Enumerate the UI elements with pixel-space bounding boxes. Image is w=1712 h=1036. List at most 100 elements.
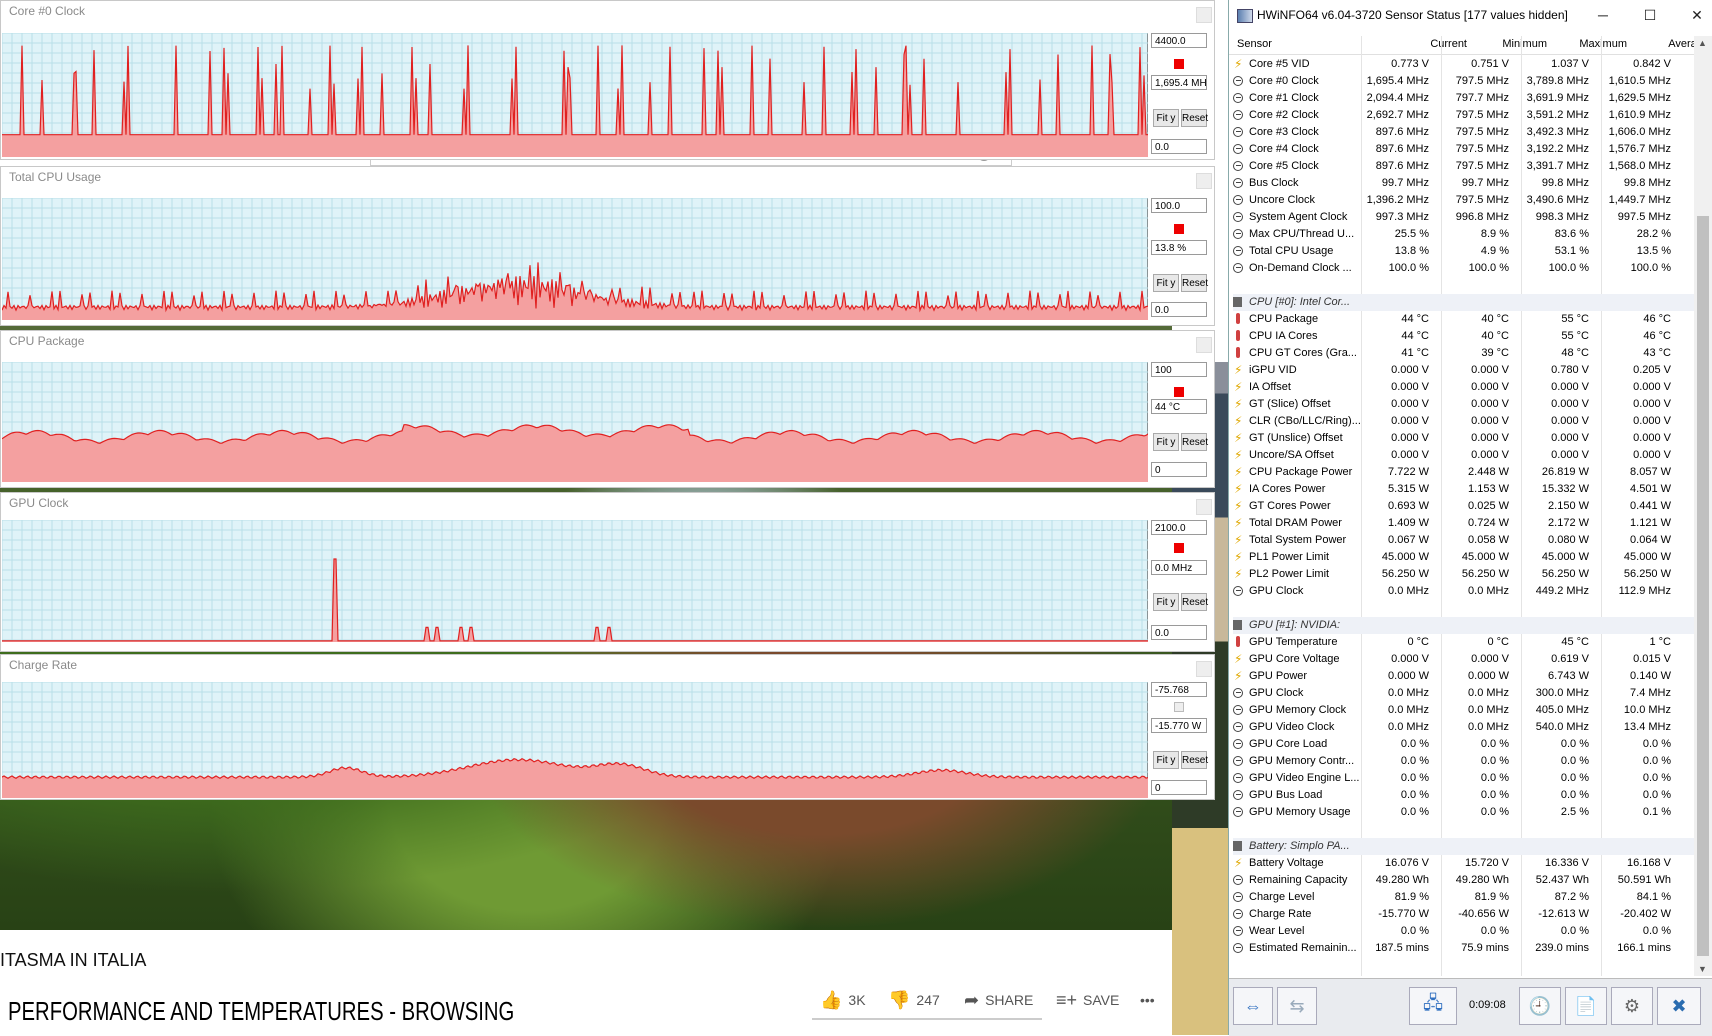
col-maximum[interactable]: Maximum <box>1557 38 1627 50</box>
sensor-row[interactable]: ⚡ IA Cores Power 5.315 W 1.153 W 15.332 W 4.5… <box>1233 481 1695 498</box>
share-button[interactable]: ➦ SHARE <box>964 988 1033 1012</box>
graph-min-field[interactable]: 0.0 <box>1151 302 1207 317</box>
close-icon[interactable] <box>1196 661 1212 677</box>
graph-min-field[interactable]: 0.0 <box>1151 139 1207 154</box>
clock-reset-icon[interactable]: 🕘 <box>1519 987 1561 1025</box>
sensor-row[interactable]: Core #2 Clock 2,692.7 MHz 797.5 MHz 3,591.2… <box>1233 107 1695 124</box>
sensor-row[interactable]: ⚡ IA Offset 0.000 V 0.000 V 0.000 V 0.000 V <box>1233 379 1695 396</box>
sensor-row[interactable]: CPU GT Cores (Gra... 41 °C 39 °C 48 °C 43 °C <box>1233 345 1695 362</box>
scroll-up-icon[interactable]: ▲ <box>1698 38 1707 48</box>
graph-min-field[interactable]: 0.0 <box>1151 625 1207 640</box>
sensor-row[interactable]: ⚡ Total System Power 0.067 W 0.058 W 0.080 W… <box>1233 532 1695 549</box>
settings-gear-icon[interactable]: ⚙ <box>1611 987 1653 1025</box>
sensor-row[interactable]: ⚡ PL2 Power Limit 56.250 W 56.250 W 56.250 W… <box>1233 566 1695 583</box>
col-minimum[interactable]: Minimum <box>1477 38 1547 50</box>
graph-min-field[interactable]: 0 <box>1151 462 1207 477</box>
sensor-row[interactable]: ⚡ CLR (CBo/LLC/Ring)... 0.000 V 0.000 V 0.00… <box>1233 413 1695 430</box>
like-button[interactable]: 👍 3K <box>820 988 866 1012</box>
sensor-row[interactable]: ⚡ Uncore/SA Offset 0.000 V 0.000 V 0.000 V 0.… <box>1233 447 1695 464</box>
graph-window-core0-clock[interactable]: Core #0 Clock 4400.0 1,695.4 MHz Fit y R… <box>0 0 1215 160</box>
sensor-row[interactable]: ⚡ GT (Slice) Offset 0.000 V 0.000 V 0.000 V0… <box>1233 396 1695 413</box>
sensor-row[interactable]: GPU Clock 0.0 MHz 0.0 MHz 300.0 MHz 7.4 MHz <box>1233 685 1695 702</box>
sensor-row[interactable]: Total CPU Usage 13.8 % 4.9 % 53.1 % 13.5 % <box>1233 243 1695 260</box>
sensor-row[interactable]: CPU Package 44 °C 40 °C 55 °C 46 °C <box>1233 311 1695 328</box>
sensor-row[interactable]: Remaining Capacity 49.280 Wh 49.280 Wh 52.4… <box>1233 872 1695 889</box>
sensor-row[interactable]: On-Demand Clock ... 100.0 % 100.0 % 100.0 %… <box>1233 260 1695 277</box>
sensor-group-header[interactable]: CPU [#0]: Intel Cor... <box>1233 294 1695 311</box>
sensor-row[interactable] <box>1233 821 1695 838</box>
reset-button[interactable]: Reset <box>1181 109 1208 127</box>
reset-button[interactable]: Reset <box>1181 593 1208 611</box>
graph-color-indicator[interactable] <box>1174 387 1184 397</box>
sensor-row[interactable]: ⚡ CPU Package Power 7.722 W 2.448 W 26.819 W… <box>1233 464 1695 481</box>
sensor-row[interactable]: ⚡ GT Cores Power 0.693 W 0.025 W 2.150 W 0.44… <box>1233 498 1695 515</box>
sensor-row[interactable]: ⚡ iGPU VID 0.000 V 0.000 V 0.780 V 0.205 V <box>1233 362 1695 379</box>
sensor-row[interactable]: Bus Clock 99.7 MHz 99.7 MHz 99.8 MHz 99.8 MH… <box>1233 175 1695 192</box>
logging-icon[interactable]: 📄 <box>1565 987 1607 1025</box>
sensor-row[interactable]: ⚡ Core #5 VID 0.773 V 0.751 V 1.037 V 0.842 V <box>1233 56 1695 73</box>
sensor-row[interactable]: Wear Level 0.0 % 0.0 % 0.0 % 0.0 % <box>1233 923 1695 940</box>
sensor-row[interactable]: Charge Rate -15.770 W -40.656 W -12.613 W -2… <box>1233 906 1695 923</box>
collapse-expand-icon[interactable]: ⇔ <box>1233 987 1273 1025</box>
fit-y-button[interactable]: Fit y <box>1153 274 1179 292</box>
network-icon[interactable]: 🖧 <box>1409 987 1457 1025</box>
graph-max-field[interactable]: 100 <box>1151 362 1207 377</box>
save-button[interactable]: ≡+ SAVE <box>1056 988 1119 1012</box>
graph-min-field[interactable]: 0 <box>1151 780 1207 795</box>
sensor-table[interactable]: ⚡ Core #5 VID 0.773 V 0.751 V 1.037 V 0.842 V… <box>1233 56 1695 976</box>
sensor-row[interactable]: Core #5 Clock 897.6 MHz 797.5 MHz 3,391.7 M… <box>1233 158 1695 175</box>
sensor-row[interactable]: GPU Core Load 0.0 % 0.0 % 0.0 % 0.0 % <box>1233 736 1695 753</box>
col-sensor[interactable]: Sensor <box>1237 38 1272 50</box>
close-icon[interactable] <box>1196 173 1212 189</box>
graph-window-gpu-clock[interactable]: GPU Clock 2100.0 0.0 MHz Fit y Reset 0.0 <box>0 492 1215 652</box>
graph-window-charge-rate[interactable]: Charge Rate -75.768 -15.770 W Fit y Rese… <box>0 654 1215 800</box>
fit-y-button[interactable]: Fit y <box>1153 109 1179 127</box>
sensor-row[interactable]: GPU Memory Contr... 0.0 % 0.0 % 0.0 % 0.0 % <box>1233 753 1695 770</box>
sensor-row[interactable]: Core #3 Clock 897.6 MHz 797.5 MHz 3,492.3 M… <box>1233 124 1695 141</box>
sensor-row[interactable]: Core #0 Clock 1,695.4 MHz 797.5 MHz 3,789.8… <box>1233 73 1695 90</box>
sensor-row[interactable]: ⚡ Total DRAM Power 1.409 W 0.724 W 2.172 W 1.… <box>1233 515 1695 532</box>
sensor-row[interactable]: Core #4 Clock 897.6 MHz 797.5 MHz 3,192.2 M… <box>1233 141 1695 158</box>
vertical-scrollbar[interactable]: ▲ ▼ <box>1694 36 1712 976</box>
sensor-group-header[interactable]: GPU [#1]: NVIDIA: <box>1233 617 1695 634</box>
close-sensors-icon[interactable]: ✖ <box>1657 987 1701 1025</box>
sensor-row[interactable]: Uncore Clock 1,396.2 MHz 797.5 MHz 3,490.6 … <box>1233 192 1695 209</box>
scroll-down-icon[interactable]: ▼ <box>1698 964 1707 974</box>
sensor-row[interactable]: GPU Memory Clock 0.0 MHz 0.0 MHz 405.0 MHz 1… <box>1233 702 1695 719</box>
sensor-row[interactable]: GPU Memory Usage 0.0 % 0.0 % 2.5 % 0.1 % <box>1233 804 1695 821</box>
scroll-thumb[interactable] <box>1697 216 1709 956</box>
close-button[interactable]: ✕ <box>1681 4 1712 26</box>
fit-y-button[interactable]: Fit y <box>1153 593 1179 611</box>
dislike-button[interactable]: 👎 247 <box>888 988 940 1012</box>
sensor-row[interactable]: GPU Temperature 0 °C 0 °C 45 °C 1 °C <box>1233 634 1695 651</box>
close-icon[interactable] <box>1196 7 1212 23</box>
sensor-row[interactable]: CPU IA Cores 44 °C 40 °C 55 °C 46 °C <box>1233 328 1695 345</box>
sensor-row[interactable]: GPU Video Clock 0.0 MHz 0.0 MHz 540.0 MHz 13… <box>1233 719 1695 736</box>
graph-max-field[interactable]: -75.768 <box>1151 682 1207 697</box>
sensor-row[interactable]: ⚡ GPU Power 0.000 W 0.000 W 6.743 W 0.140 W <box>1233 668 1695 685</box>
reset-button[interactable]: Reset <box>1181 751 1208 769</box>
minimize-button[interactable]: ─ <box>1587 4 1619 26</box>
sensor-row[interactable]: ⚡ PL1 Power Limit 45.000 W 45.000 W 45.000 W… <box>1233 549 1695 566</box>
sensor-row[interactable]: System Agent Clock 997.3 MHz 996.8 MHz 998.… <box>1233 209 1695 226</box>
graph-color-indicator[interactable] <box>1174 59 1184 69</box>
columns-toggle-icon[interactable]: ⇆ <box>1277 987 1317 1025</box>
sensor-group-header[interactable]: Battery: Simplo PA... <box>1233 838 1695 855</box>
sensor-row[interactable] <box>1233 277 1695 294</box>
graph-window-cpu-package[interactable]: CPU Package 100 44 °C Fit y Reset 0 <box>0 330 1215 488</box>
close-icon[interactable] <box>1196 499 1212 515</box>
sensor-row[interactable]: GPU Bus Load 0.0 % 0.0 % 0.0 % 0.0 % <box>1233 787 1695 804</box>
fit-y-button[interactable]: Fit y <box>1153 433 1179 451</box>
title-bar[interactable]: HWiNFO64 v6.04-3720 Sensor Status [177 v… <box>1229 0 1712 30</box>
graph-color-indicator[interactable] <box>1174 224 1184 234</box>
sensor-row[interactable] <box>1233 600 1695 617</box>
graph-window-total-cpu-usage[interactable]: Total CPU Usage 100.0 13.8 % Fit y Reset… <box>0 166 1215 326</box>
maximize-button[interactable]: ☐ <box>1634 4 1666 26</box>
col-current[interactable]: Current <box>1397 38 1467 50</box>
sensor-row[interactable]: Estimated Remainin... 187.5 mins 75.9 mins… <box>1233 940 1695 957</box>
graph-max-field[interactable]: 2100.0 <box>1151 520 1207 535</box>
graph-color-indicator[interactable] <box>1174 702 1184 712</box>
graph-color-indicator[interactable] <box>1174 543 1184 553</box>
sensor-row[interactable]: GPU Video Engine L... 0.0 % 0.0 % 0.0 % 0.0 … <box>1233 770 1695 787</box>
sensor-row[interactable]: ⚡ Battery Voltage 16.076 V 15.720 V 16.336 V… <box>1233 855 1695 872</box>
